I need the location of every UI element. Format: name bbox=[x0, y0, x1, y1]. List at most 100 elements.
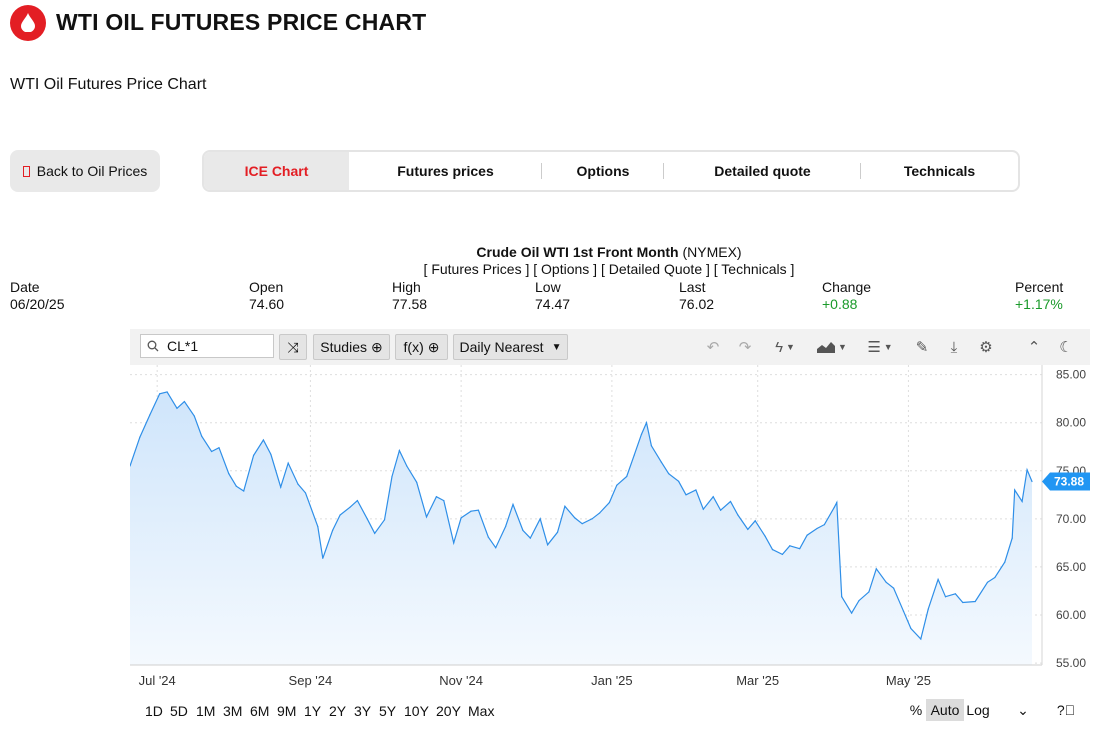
gear-icon[interactable]: ⚙ bbox=[976, 337, 996, 357]
period-dropdown[interactable]: Daily Nearest ▼ bbox=[453, 334, 568, 360]
price-point bbox=[660, 461, 662, 463]
symbol-input[interactable]: CL*1 bbox=[167, 338, 198, 354]
layout-menu-icon[interactable]: ☰ ▼ bbox=[863, 337, 897, 357]
price-point bbox=[193, 415, 195, 417]
back-button-label: Back to Oil Prices bbox=[36, 163, 148, 179]
price-point bbox=[522, 529, 524, 531]
download-icon[interactable]: ⤓ bbox=[944, 337, 964, 357]
help-icon[interactable]: ?⃝ bbox=[1056, 699, 1076, 721]
range-10y[interactable]: 10Y bbox=[404, 703, 429, 719]
price-point bbox=[944, 596, 947, 598]
range-5y[interactable]: 5Y bbox=[379, 703, 396, 719]
price-point bbox=[902, 610, 905, 612]
back-to-oil-prices-button[interactable]: Back to Oil Prices bbox=[10, 150, 160, 192]
tab-futures-prices[interactable]: Futures prices bbox=[349, 152, 542, 190]
compare-button[interactable]: ⤨ bbox=[279, 334, 307, 360]
price-point bbox=[547, 544, 549, 546]
price-point bbox=[356, 499, 358, 502]
stat-percent: Percent +1.17% bbox=[1015, 279, 1064, 312]
price-point bbox=[1004, 561, 1006, 563]
price-point bbox=[729, 500, 732, 503]
price-point bbox=[994, 576, 996, 579]
price-point bbox=[453, 542, 455, 544]
price-point bbox=[836, 501, 838, 504]
price-point bbox=[159, 393, 161, 395]
redo-icon[interactable]: ↷ bbox=[735, 337, 755, 357]
price-point bbox=[875, 568, 877, 570]
price-point bbox=[477, 509, 480, 511]
price-chart[interactable]: 55.0060.0065.0070.0075.0080.0085.00 Jul … bbox=[130, 365, 1090, 696]
price-point bbox=[183, 400, 185, 403]
price-point bbox=[210, 450, 213, 453]
symbol-search[interactable]: CL*1 bbox=[140, 334, 274, 358]
stat-date: Date 06/20/25 bbox=[10, 279, 65, 312]
price-point bbox=[317, 525, 319, 528]
stat-open: Open 74.60 bbox=[249, 279, 285, 312]
x-tick-label: Mar '25 bbox=[736, 673, 779, 688]
price-point bbox=[166, 391, 168, 393]
y-tick-label: 80.00 bbox=[1056, 416, 1086, 430]
x-tick-label: Sep '24 bbox=[289, 673, 333, 688]
price-point bbox=[954, 593, 956, 595]
tab-technicals[interactable]: Technicals bbox=[861, 152, 1018, 190]
price-point bbox=[512, 503, 514, 506]
pencil-icon[interactable]: ✎ bbox=[912, 337, 932, 357]
stat-last: Last 76.02 bbox=[679, 279, 715, 312]
range-9m[interactable]: 9M bbox=[277, 703, 296, 719]
price-point bbox=[176, 407, 178, 409]
price-point bbox=[702, 508, 704, 510]
chart-container: CL*1 ⤨ Studies ⊕ f(x) ⊕ Daily Nearest ▼ ↶ ↷… bbox=[130, 329, 1090, 724]
range-3m[interactable]: 3M bbox=[223, 703, 242, 719]
tab-options[interactable]: Options bbox=[542, 152, 664, 190]
studies-button[interactable]: Studies ⊕ bbox=[313, 334, 390, 360]
range-2y[interactable]: 2Y bbox=[329, 703, 346, 719]
fx-button[interactable]: f(x) ⊕ bbox=[395, 334, 448, 360]
price-point bbox=[598, 512, 601, 514]
price-point bbox=[332, 529, 334, 531]
tab-detailed-quote[interactable]: Detailed quote bbox=[664, 152, 861, 190]
log-scale-button[interactable]: Log bbox=[964, 699, 992, 721]
price-point bbox=[149, 414, 151, 416]
collapse-icon[interactable]: ⌃ bbox=[1024, 337, 1044, 357]
range-6m[interactable]: 6M bbox=[250, 703, 269, 719]
range-5d[interactable]: 5D bbox=[170, 703, 188, 719]
price-point bbox=[425, 516, 428, 518]
price-point bbox=[398, 449, 400, 452]
price-point bbox=[920, 638, 922, 640]
price-point bbox=[460, 517, 462, 519]
range-1d[interactable]: 1D bbox=[145, 703, 163, 719]
price-point bbox=[633, 454, 635, 456]
price-point bbox=[747, 528, 749, 531]
price-point bbox=[1011, 537, 1013, 539]
price-point bbox=[764, 535, 766, 537]
shuffle-icon: ⤨ bbox=[287, 338, 299, 355]
price-point bbox=[974, 600, 976, 603]
range-3y[interactable]: 3Y bbox=[354, 703, 371, 719]
price-point bbox=[201, 435, 203, 437]
price-area bbox=[130, 391, 1032, 665]
stat-high: High 77.58 bbox=[392, 279, 428, 312]
oil-drop-icon bbox=[10, 5, 46, 41]
chart-type-icon[interactable]: ▼ bbox=[814, 337, 850, 357]
range-1y[interactable]: 1Y bbox=[304, 703, 321, 719]
percent-scale-button[interactable]: % bbox=[908, 699, 924, 721]
price-point bbox=[139, 436, 141, 438]
price-point bbox=[487, 536, 489, 538]
tab-ice-chart[interactable]: ICE Chart bbox=[204, 152, 349, 190]
range-1m[interactable]: 1M bbox=[196, 703, 215, 719]
range-20y[interactable]: 20Y bbox=[436, 703, 461, 719]
plus-circle-icon: ⊕ bbox=[370, 338, 383, 355]
chart-tabs: ICE Chart Futures prices Options Detaile… bbox=[202, 150, 1020, 192]
price-point bbox=[858, 599, 860, 602]
moon-icon[interactable]: ☾ bbox=[1056, 337, 1076, 357]
price-point bbox=[383, 519, 386, 521]
range-max[interactable]: Max bbox=[468, 703, 494, 719]
undo-icon[interactable]: ↶ bbox=[703, 337, 723, 357]
price-point bbox=[608, 501, 611, 504]
quote-links[interactable]: [ Futures Prices ] [ Options ] [ Detaile… bbox=[0, 261, 1105, 277]
price-point bbox=[322, 557, 324, 559]
lightning-menu-icon[interactable]: ϟ ▼ bbox=[768, 337, 802, 357]
auto-scale-button[interactable]: Auto bbox=[926, 699, 964, 721]
price-point bbox=[781, 553, 784, 556]
chevron-down-icon[interactable]: ⌄ bbox=[1014, 699, 1032, 721]
